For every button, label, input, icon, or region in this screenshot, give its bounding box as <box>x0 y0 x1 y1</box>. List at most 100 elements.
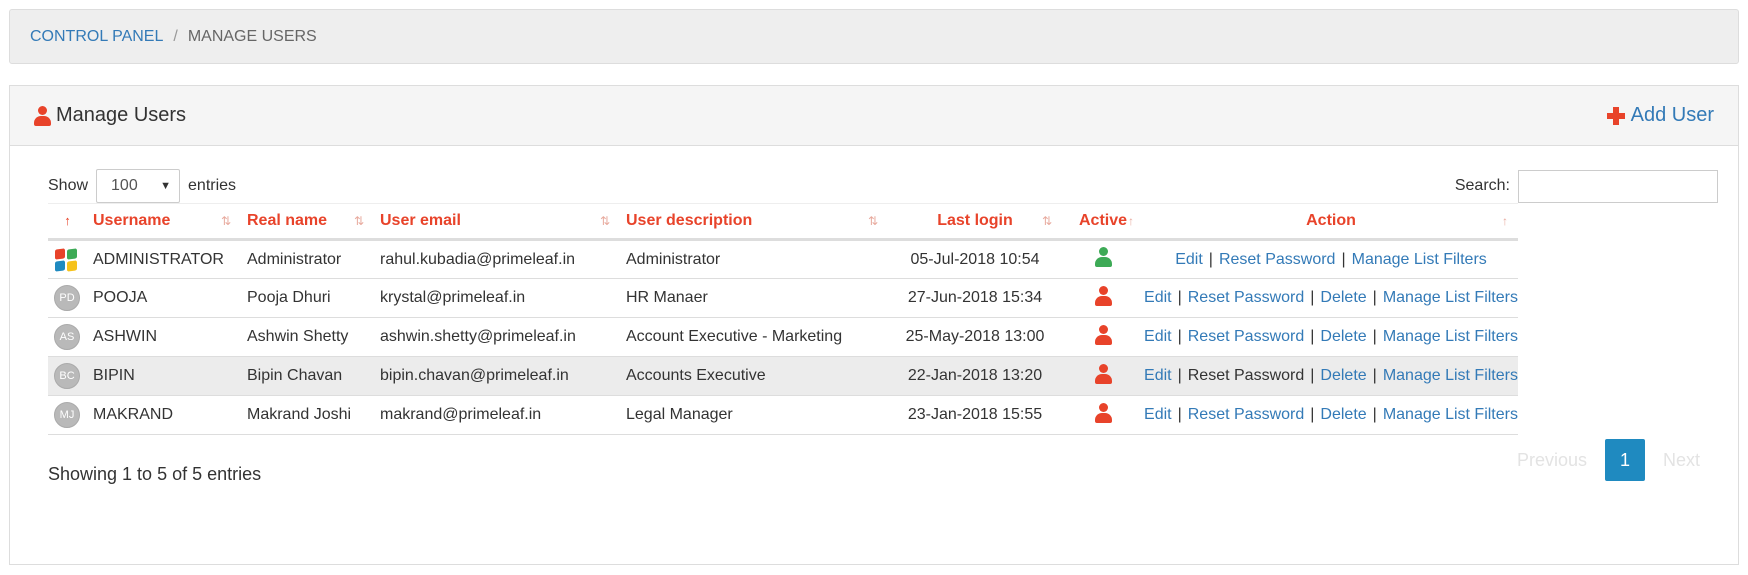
active-cell <box>1062 317 1144 357</box>
add-user-button[interactable]: Add User <box>1606 104 1714 127</box>
column-header-active-label: Active <box>1078 212 1128 229</box>
column-header-username-label: Username <box>93 212 171 229</box>
table-row: ADMINISTRATOR Administrator rahul.kubadia@… <box>48 239 1518 279</box>
delete-link[interactable]: Delete <box>1320 328 1366 345</box>
panel-title: Manage Users <box>34 104 186 127</box>
active-status-user-icon[interactable] <box>1095 402 1112 423</box>
email-cell: makrand@primeleaf.in <box>374 395 620 435</box>
realname-cell: Ashwin Shetty <box>241 317 374 357</box>
manage-users-panel: Manage Users Add User Show 100 ▼ entries… <box>9 85 1739 565</box>
email-cell: rahul.kubadia@primeleaf.in <box>374 239 620 279</box>
delete-link[interactable]: Delete <box>1320 406 1366 423</box>
edit-link[interactable]: Edit <box>1144 406 1172 423</box>
action-cell: Edit | Reset Password | Delete | Manage List F… <box>1144 395 1518 435</box>
entries-select-value: 100 <box>111 177 138 194</box>
delete-link[interactable]: Delete <box>1320 367 1366 384</box>
avatar-cell <box>48 239 87 279</box>
table-controls: Show 100 ▼ entries Search: <box>48 169 1718 203</box>
username-cell: BIPIN <box>87 356 241 396</box>
manage-list-filters-link[interactable]: Manage List Filters <box>1352 251 1487 268</box>
avatar: BC <box>54 363 80 389</box>
action-separator: | <box>1177 406 1182 423</box>
active-status-user-icon[interactable] <box>1095 324 1112 345</box>
action-separator: | <box>1372 289 1377 306</box>
column-header-description-label: User description <box>626 212 753 229</box>
manage-list-filters-link[interactable]: Manage List Filters <box>1383 289 1518 306</box>
search-input[interactable] <box>1518 169 1718 203</box>
avatar: AS <box>54 324 80 350</box>
windows-logo-icon <box>54 247 78 272</box>
table-row: MJ MAKRAND Makrand Joshi makrand@primeleaf.… <box>48 395 1518 435</box>
action-separator: | <box>1177 328 1182 345</box>
avatar-cell: MJ <box>48 395 87 435</box>
last-login-cell: 23-Jan-2018 15:55 <box>888 395 1062 435</box>
edit-link[interactable]: Edit <box>1175 251 1203 268</box>
column-header-realname-label: Real name <box>247 212 328 229</box>
column-header-avatar[interactable]: ↑ <box>48 203 87 241</box>
next-page-button[interactable]: Next <box>1645 450 1718 471</box>
active-status-user-icon[interactable] <box>1095 285 1112 306</box>
column-header-action[interactable]: Action ↑ <box>1144 203 1518 241</box>
reset-password-link[interactable]: Reset Password <box>1219 251 1336 268</box>
column-header-realname[interactable]: Real name ⇅ <box>241 203 374 241</box>
action-separator: | <box>1372 367 1377 384</box>
breadcrumb-control-panel-link[interactable]: CONTROL PANEL <box>30 28 163 46</box>
column-header-last-login[interactable]: Last login ⇅ <box>888 203 1062 241</box>
chevron-down-icon: ▼ <box>160 180 172 192</box>
action-cell: Edit | Reset Password | Manage List Filters <box>1144 239 1518 279</box>
breadcrumb-separator: / <box>173 27 178 45</box>
avatar: MJ <box>54 402 80 428</box>
realname-cell: Makrand Joshi <box>241 395 374 435</box>
manage-list-filters-link[interactable]: Manage List Filters <box>1383 367 1518 384</box>
sort-asc-icon: ↑ <box>64 213 71 228</box>
action-cell: Edit | Reset Password | Delete | Manage List F… <box>1144 317 1518 357</box>
action-separator: | <box>1310 367 1315 384</box>
sort-icon: ⇅ <box>1041 214 1052 228</box>
reset-password-link[interactable]: Reset Password <box>1188 367 1305 384</box>
description-cell: Account Executive - Marketing <box>620 317 888 357</box>
edit-link[interactable]: Edit <box>1144 367 1172 384</box>
reset-password-link[interactable]: Reset Password <box>1188 328 1305 345</box>
manage-list-filters-link[interactable]: Manage List Filters <box>1383 328 1518 345</box>
sort-icon: ⇅ <box>599 214 610 228</box>
avatar-cell: PD <box>48 278 87 318</box>
action-separator: | <box>1310 406 1315 423</box>
table-row: BC BIPIN Bipin Chavan bipin.chavan@primelea… <box>48 356 1518 396</box>
breadcrumb-current: MANAGE USERS <box>187 27 317 45</box>
avatar-cell: AS <box>48 317 87 357</box>
entries-select[interactable]: 100 ▼ <box>96 169 181 203</box>
previous-page-button[interactable]: Previous <box>1499 450 1605 471</box>
action-separator: | <box>1177 289 1182 306</box>
sort-icon: ⇅ <box>353 214 364 228</box>
delete-link[interactable]: Delete <box>1320 289 1366 306</box>
action-separator: | <box>1372 406 1377 423</box>
column-header-active[interactable]: Active ↑ <box>1062 203 1144 241</box>
reset-password-link[interactable]: Reset Password <box>1188 406 1305 423</box>
active-status-user-icon[interactable] <box>1095 363 1112 384</box>
reset-password-link[interactable]: Reset Password <box>1188 289 1305 306</box>
column-header-action-label: Action <box>1306 212 1356 229</box>
entries-label: entries <box>188 177 237 194</box>
panel-header: Manage Users Add User <box>10 86 1738 146</box>
column-header-description[interactable]: User description ⇅ <box>620 203 888 241</box>
pagination: Previous 1 Next <box>1499 439 1718 481</box>
username-cell: ADMINISTRATOR <box>87 239 241 279</box>
username-cell: ASHWIN <box>87 317 241 357</box>
sort-icon: ↑ <box>1128 214 1134 228</box>
column-header-email[interactable]: User email ⇅ <box>374 203 620 241</box>
last-login-cell: 22-Jan-2018 13:20 <box>888 356 1062 396</box>
active-status-user-icon[interactable] <box>1095 247 1112 267</box>
manage-list-filters-link[interactable]: Manage List Filters <box>1383 406 1518 423</box>
action-separator: | <box>1341 250 1346 268</box>
table-info: Showing 1 to 5 of 5 entries <box>48 464 262 484</box>
action-separator: | <box>1177 367 1182 384</box>
last-login-cell: 27-Jun-2018 15:34 <box>888 278 1062 318</box>
entries-length-control: Show 100 ▼ entries <box>48 169 236 203</box>
edit-link[interactable]: Edit <box>1144 328 1172 345</box>
edit-link[interactable]: Edit <box>1144 289 1172 306</box>
page-1-button[interactable]: 1 <box>1604 439 1645 481</box>
last-login-cell: 05-Jul-2018 10:54 <box>888 239 1062 279</box>
column-header-username[interactable]: Username ⇅ <box>87 203 241 241</box>
email-cell: krystal@primeleaf.in <box>374 278 620 318</box>
realname-cell: Bipin Chavan <box>241 356 374 396</box>
